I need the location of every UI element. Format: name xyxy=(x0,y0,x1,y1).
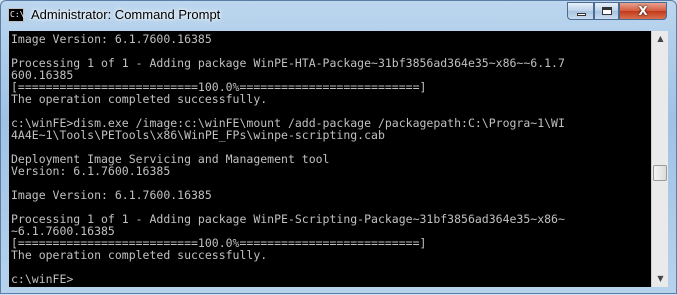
close-icon: X xyxy=(638,4,648,18)
console-output[interactable]: Image Version: 6.1.7600.16385 Processing… xyxy=(9,31,651,287)
minimize-icon xyxy=(568,3,593,19)
console-line: Processing 1 of 1 - Adding package WinPE… xyxy=(11,56,565,70)
console-line: Version: 6.1.7600.16385 xyxy=(11,164,171,178)
cmd-icon[interactable]: C:\ xyxy=(8,8,24,22)
console-line: Image Version: 6.1.7600.16385 xyxy=(11,32,212,46)
scroll-up-icon[interactable]: ▲ xyxy=(653,31,668,47)
command-line: 4A4E~1\Tools\PETools\x86\WinPE_FPs\winpe… xyxy=(11,128,385,142)
console-line: Image Version: 6.1.7600.16385 xyxy=(11,188,212,202)
prompt-line[interactable]: c:\winFE> xyxy=(11,273,73,285)
maximize-button[interactable] xyxy=(594,2,619,20)
vertical-scrollbar[interactable]: ▲ ▼ xyxy=(651,31,668,287)
console-line: The operation completed successfully. xyxy=(11,248,268,262)
close-button[interactable]: X xyxy=(619,2,667,20)
console-line: The operation completed successfully. xyxy=(11,92,268,106)
window-title: Administrator: Command Prompt xyxy=(31,7,221,22)
scroll-down-icon[interactable]: ▼ xyxy=(653,271,668,287)
command-prompt-window: C:\ Administrator: Command Prompt X Imag… xyxy=(0,0,677,294)
maximize-icon xyxy=(595,3,618,19)
minimize-button[interactable] xyxy=(567,2,594,20)
scroll-thumb[interactable] xyxy=(653,165,667,181)
